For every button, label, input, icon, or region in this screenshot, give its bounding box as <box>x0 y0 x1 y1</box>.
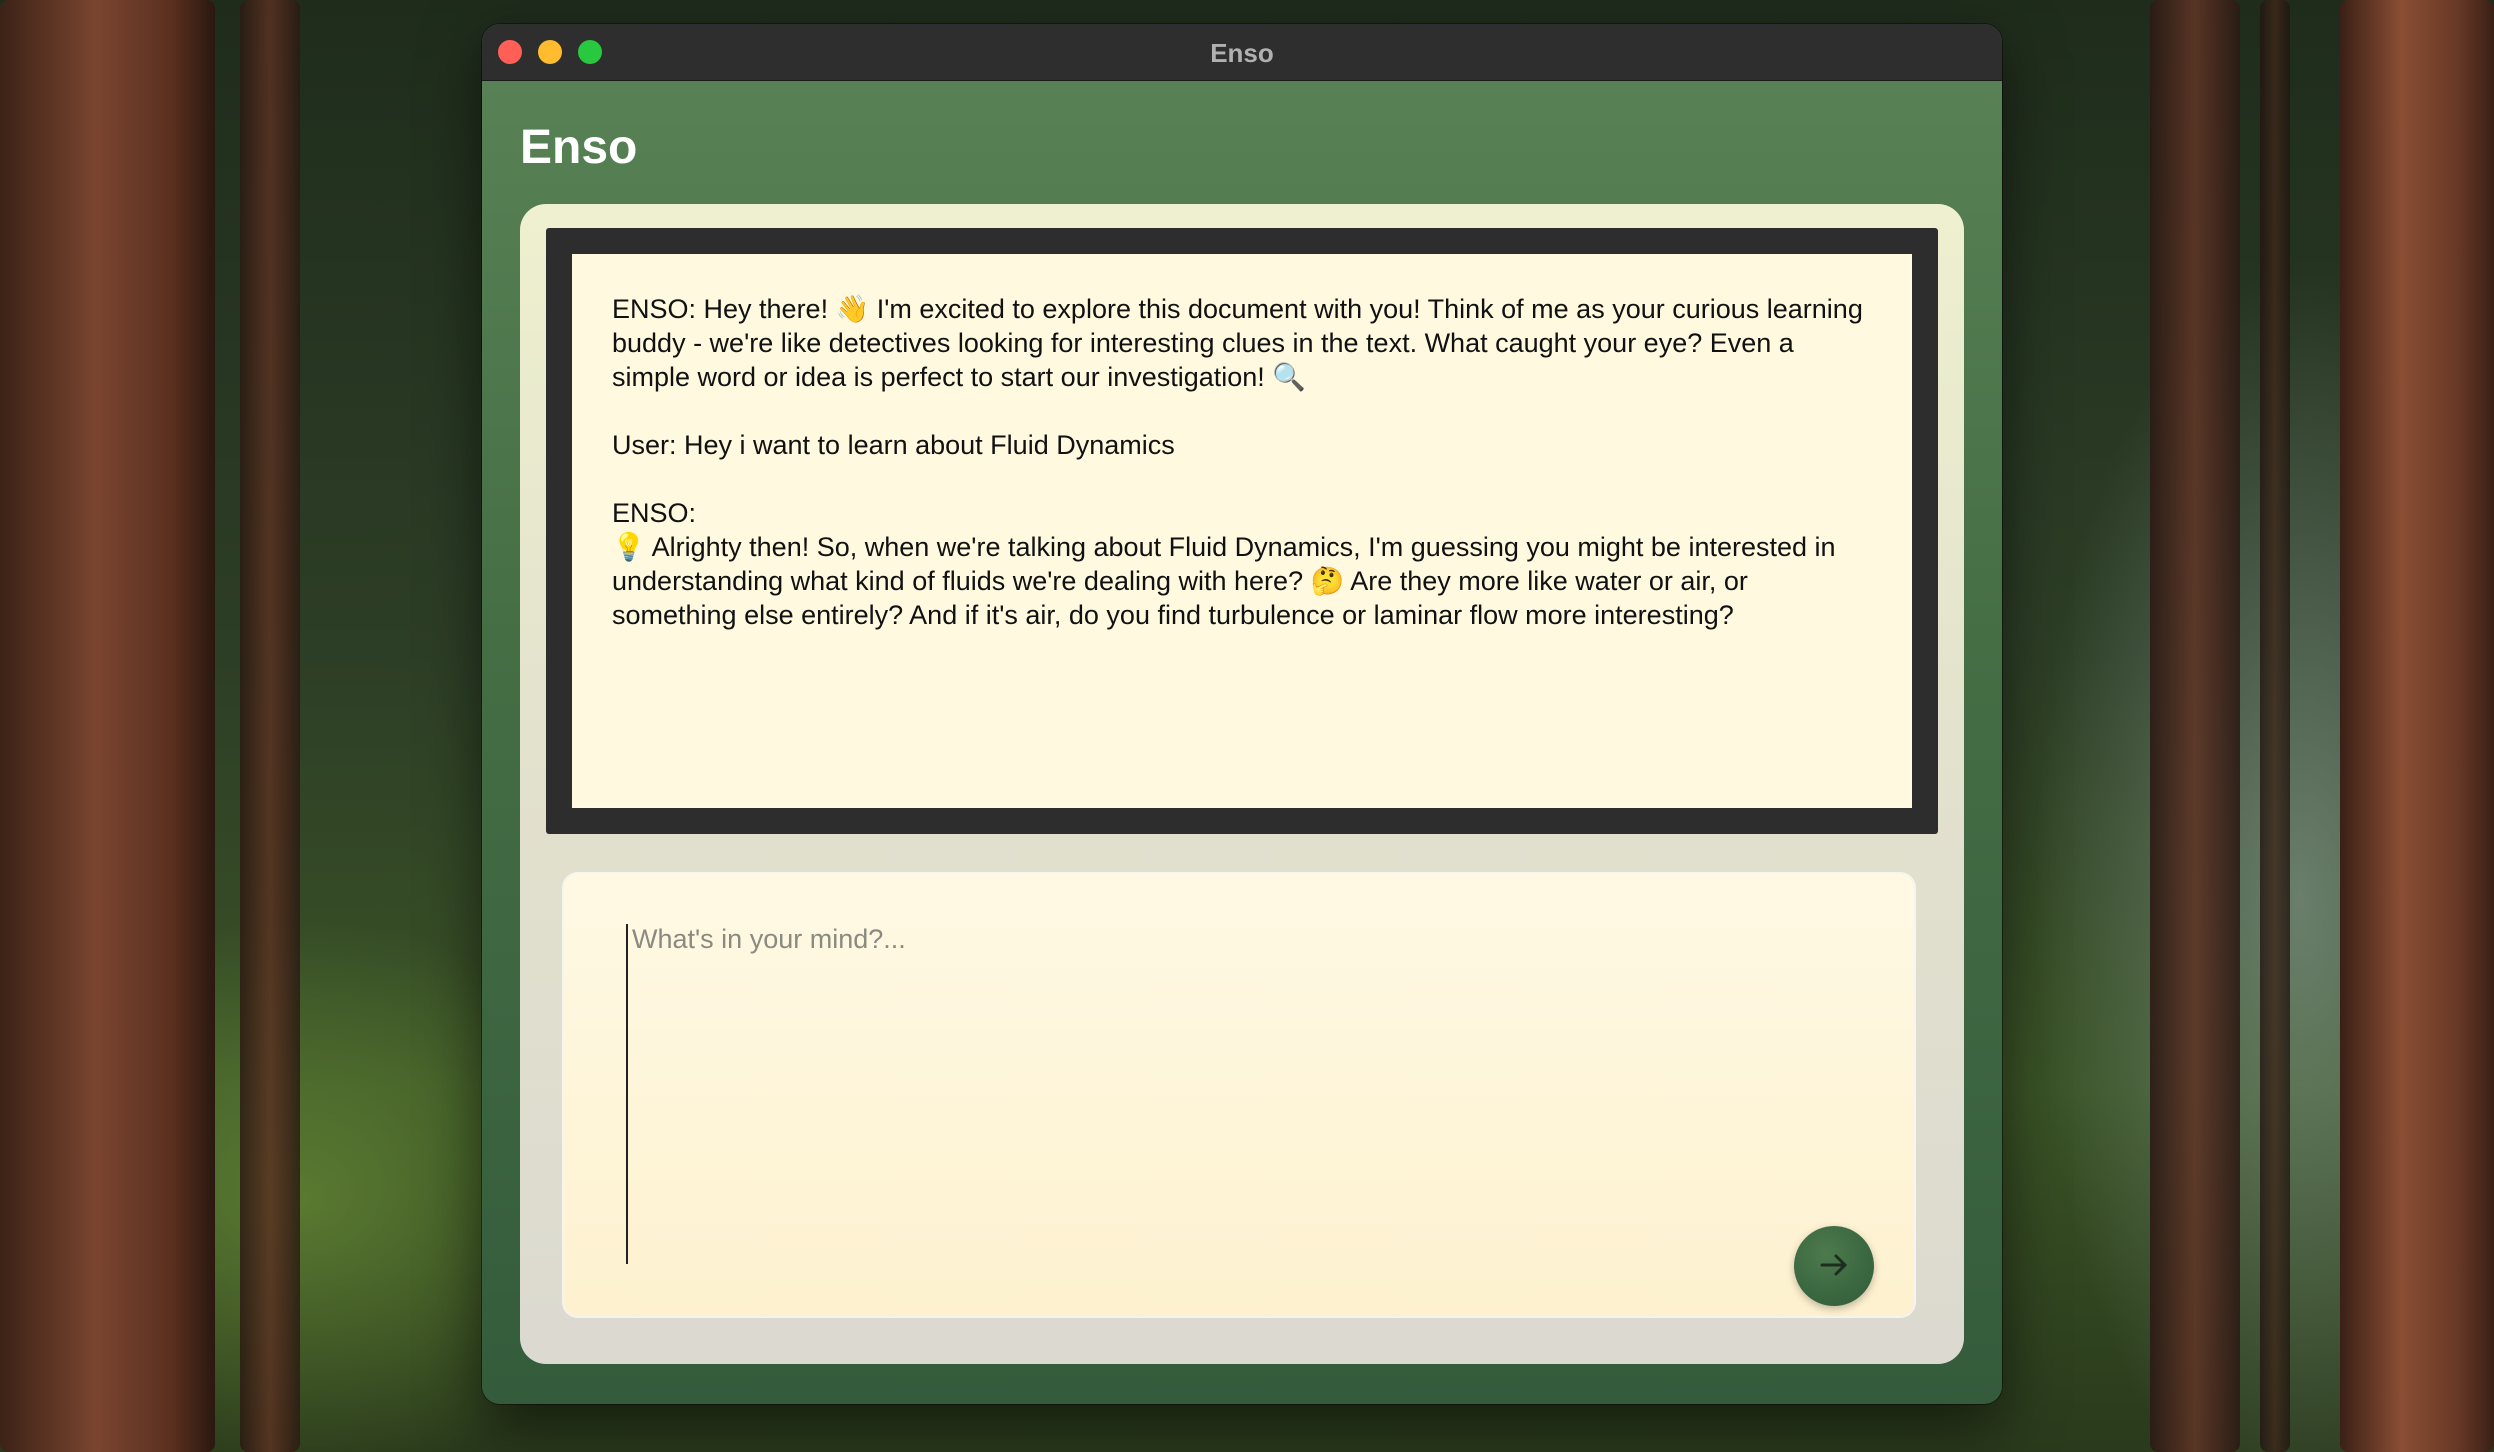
chat-log[interactable]: ENSO: Hey there! 👋 I'm excited to explor… <box>572 254 1912 808</box>
app-title: Enso <box>520 121 638 174</box>
tree-trunk <box>2260 0 2290 1452</box>
arrow-right-icon <box>1817 1248 1851 1285</box>
user-message: User: Hey i want to learn about Fluid Dy… <box>612 430 1175 460</box>
send-button[interactable] <box>1794 1226 1874 1306</box>
desktop-background: Enso Enso ENSO: Hey there! 👋 I'm excited… <box>0 0 2494 1452</box>
app-window: Enso Enso ENSO: Hey there! 👋 I'm excited… <box>482 24 2002 1404</box>
tree-trunk <box>2340 0 2494 1452</box>
assistant-message: ENSO: 💡 Alrighty then! So, when we're ta… <box>612 498 1836 630</box>
chat-frame: ENSO: Hey there! 👋 I'm excited to explor… <box>546 228 1938 834</box>
assistant-message: ENSO: Hey there! 👋 I'm excited to explor… <box>612 294 1863 392</box>
tree-trunk <box>2150 0 2240 1452</box>
main-panel: ENSO: Hey there! 👋 I'm excited to explor… <box>520 204 1964 1364</box>
message-input[interactable] <box>626 924 1812 1264</box>
title-bar[interactable]: Enso <box>482 24 2002 81</box>
tree-trunk <box>240 0 300 1452</box>
window-title: Enso <box>1210 38 1274 68</box>
tree-trunk <box>0 0 215 1452</box>
message-composer <box>564 874 1914 1316</box>
